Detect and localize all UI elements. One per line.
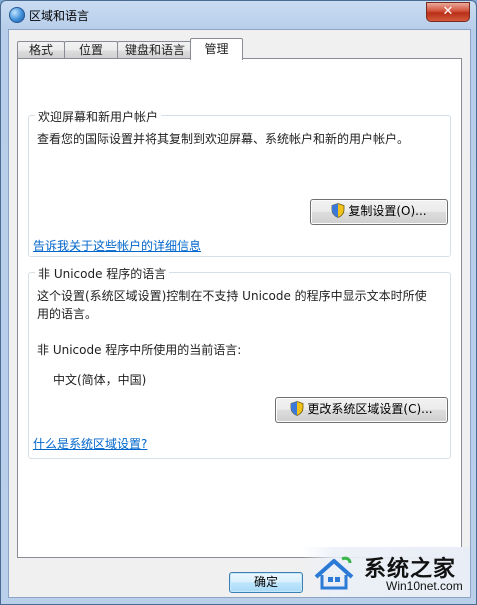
window-title: 区域和语言 xyxy=(29,9,90,23)
close-icon: ✕ xyxy=(442,4,454,19)
current-language-label: 非 Unicode 程序中所使用的当前语言: xyxy=(37,343,242,357)
site-watermark: 系统之家 Win10net.com xyxy=(302,547,470,597)
tab-administrative[interactable]: 管理 xyxy=(190,38,243,60)
current-language-value: 中文(简体，中国) xyxy=(53,373,147,387)
region-language-window: 区域和语言 ✕ 格式 位置 键盘和语言 管理 欢迎屏幕和新用户帐户 查看您的国际… xyxy=(0,0,477,605)
tab-panel-administrative: 欢迎屏幕和新用户帐户 查看您的国际设置并将其复制到欢迎屏幕、系统帐户和新的用户帐… xyxy=(17,58,462,558)
tab-keyboards-languages[interactable]: 键盘和语言 xyxy=(117,41,193,59)
uac-shield-icon xyxy=(291,401,304,416)
system-locale-help-link[interactable]: 什么是系统区域设置? xyxy=(33,435,147,452)
change-system-locale-label: 更改系统区域设置(C)... xyxy=(307,402,433,416)
non-unicode-description-line1: 这个设置(系统区域设置)控制在不支持 Unicode 的程序中显示文本时所使 xyxy=(37,289,427,303)
uac-shield-icon xyxy=(331,203,345,218)
copy-settings-label: 复制设置(O)... xyxy=(348,204,427,218)
tab-formats[interactable]: 格式 xyxy=(17,41,65,59)
copy-settings-button[interactable]: 复制设置(O)... xyxy=(310,199,448,225)
welcome-description: 查看您的国际设置并将其复制到欢迎屏幕、系统帐户和新的用户帐户。 xyxy=(37,132,410,146)
tab-location[interactable]: 位置 xyxy=(64,41,118,59)
globe-icon xyxy=(9,7,25,23)
welcome-screen-group: 欢迎屏幕和新用户帐户 查看您的国际设置并将其复制到欢迎屏幕、系统帐户和新的用户帐… xyxy=(28,108,451,257)
change-system-locale-button[interactable]: 更改系统区域设置(C)... xyxy=(275,397,448,423)
group-title-welcome: 欢迎屏幕和新用户帐户 xyxy=(35,108,162,125)
group-title-non-unicode: 非 Unicode 程序的语言 xyxy=(35,265,170,282)
non-unicode-group: 非 Unicode 程序的语言 这个设置(系统区域设置)控制在不支持 Unico… xyxy=(28,265,451,459)
ok-button[interactable]: 确定 xyxy=(229,572,303,593)
close-button[interactable]: ✕ xyxy=(426,2,470,22)
title-bar[interactable]: 区域和语言 ✕ xyxy=(1,1,476,29)
non-unicode-description-line2: 用的语言。 xyxy=(37,307,98,321)
dialog-client: 格式 位置 键盘和语言 管理 欢迎屏幕和新用户帐户 查看您的国际设置并将其复制到… xyxy=(8,29,471,598)
tab-strip: 格式 位置 键盘和语言 管理 xyxy=(17,38,457,60)
house-logo-icon xyxy=(314,556,354,590)
watermark-url: Win10net.com xyxy=(386,579,463,593)
welcome-accounts-help-link[interactable]: 告诉我关于这些帐户的详细信息 xyxy=(33,237,201,254)
